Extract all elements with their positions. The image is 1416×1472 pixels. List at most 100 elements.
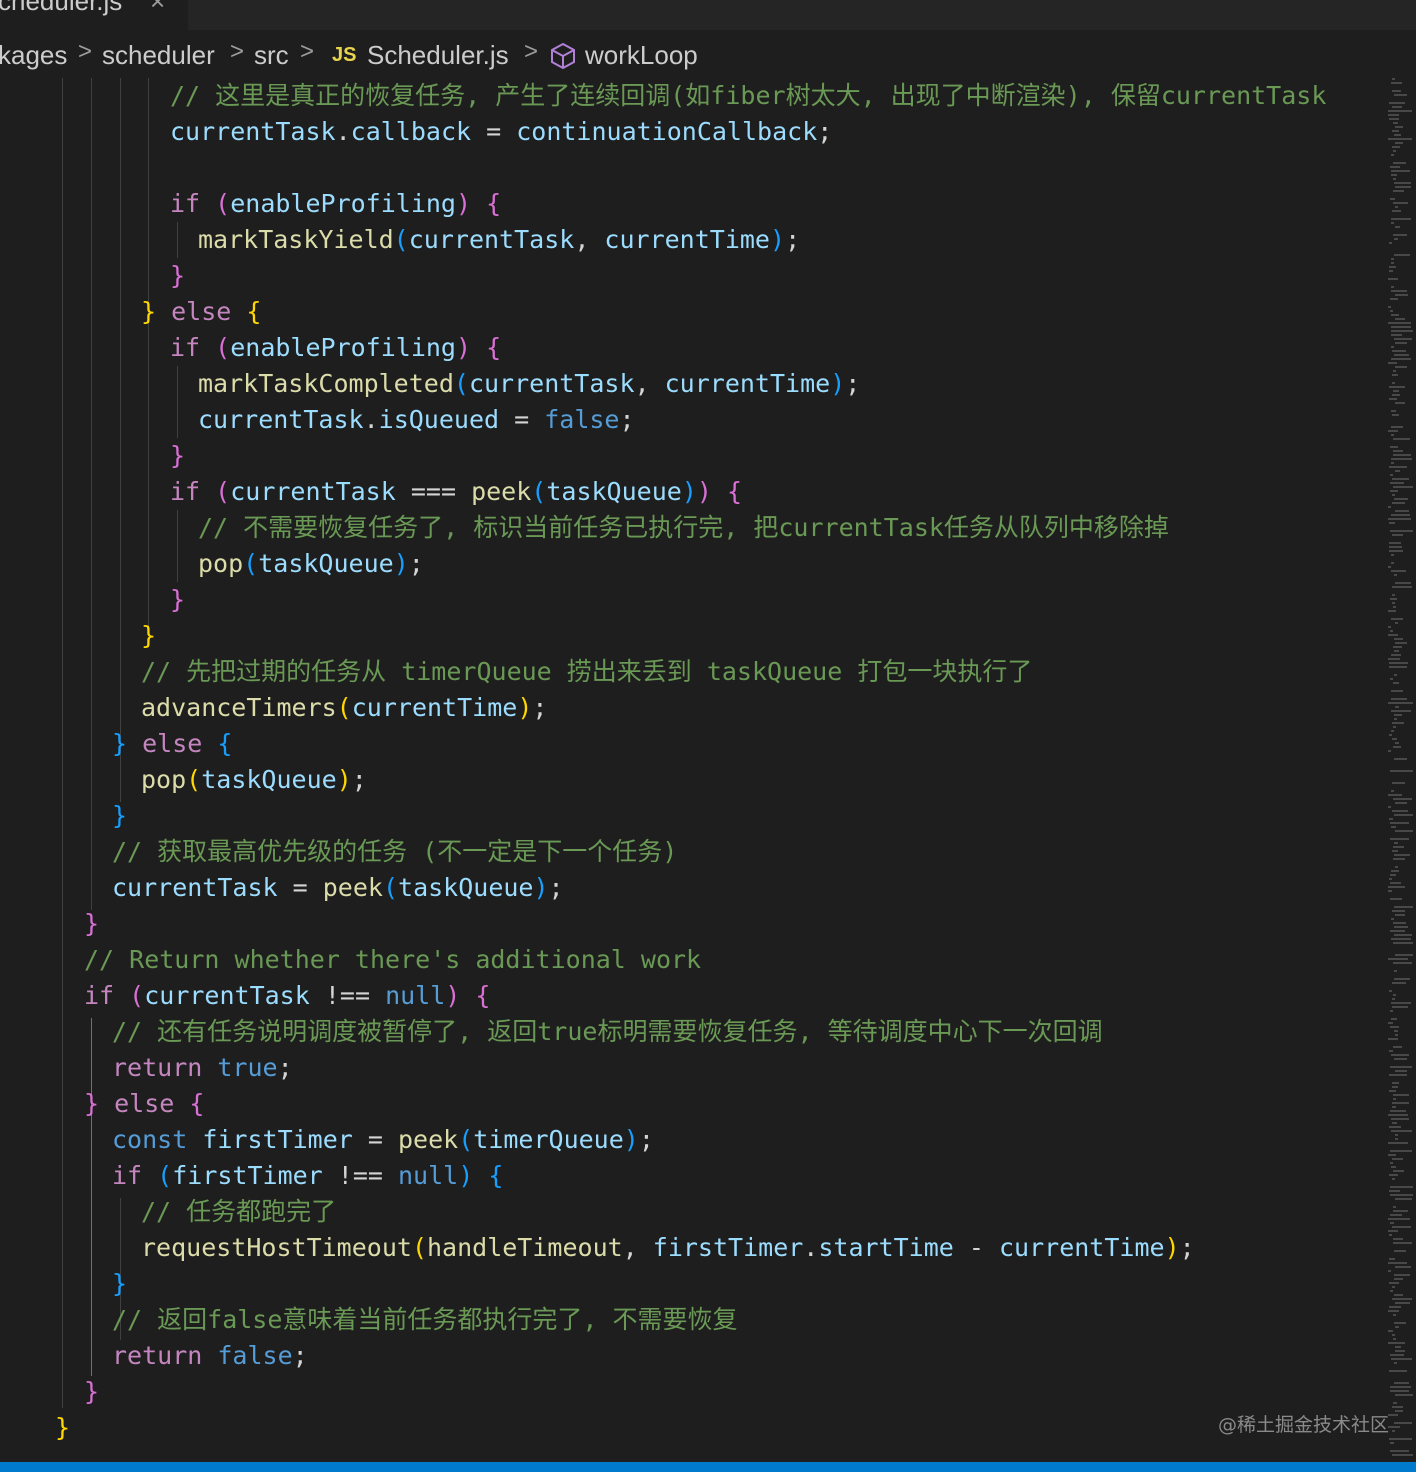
- code-line[interactable]: }: [112, 1266, 127, 1302]
- code-line[interactable]: if (enableProfiling) {: [170, 330, 501, 366]
- minimap-line: [1392, 1178, 1395, 1180]
- code-line[interactable]: // 获取最高优先级的任务 (不一定是下一个任务): [112, 834, 677, 870]
- code-line[interactable]: if (currentTask === peek(taskQueue)) {: [170, 474, 742, 510]
- minimap-line: [1391, 730, 1394, 732]
- minimap-line: [1394, 1422, 1412, 1424]
- code-line[interactable]: const firstTimer = peek(timerQueue);: [112, 1122, 654, 1158]
- code-line[interactable]: } else {: [112, 726, 232, 762]
- code-token: {: [475, 981, 491, 1010]
- code-line[interactable]: // 任务都跑完了: [141, 1194, 336, 1230]
- minimap-line: [1391, 330, 1413, 332]
- minimap-line: [1391, 434, 1394, 436]
- code-line[interactable]: currentTask.callback = continuationCallb…: [170, 114, 832, 150]
- code-token: (: [458, 1125, 474, 1154]
- minimap-line: [1394, 1274, 1410, 1276]
- minimap-line: [1394, 238, 1398, 240]
- code-line[interactable]: }: [170, 582, 185, 618]
- code-token: (: [382, 873, 399, 902]
- minimap-line: [1394, 1030, 1398, 1032]
- minimap-line: [1389, 1174, 1398, 1176]
- minimap-line: [1388, 1218, 1410, 1220]
- code-line[interactable]: }: [170, 438, 185, 474]
- chevron-right-icon: >: [78, 38, 93, 65]
- code-line[interactable]: if (firstTimer !== null) {: [112, 1158, 503, 1194]
- code-line[interactable]: // 这里是真正的恢复任务, 产生了连续回调(如fiber树太大, 出现了中断渲…: [170, 78, 1326, 114]
- breadcrumb-item-file[interactable]: Scheduler.js: [367, 40, 509, 71]
- code-token: ): [456, 333, 472, 362]
- code-token: ;: [785, 225, 801, 254]
- code-line[interactable]: requestHostTimeout(handleTimeout, firstT…: [141, 1230, 1195, 1266]
- code-line[interactable]: }: [84, 1374, 99, 1410]
- breadcrumb-item-src[interactable]: src: [254, 40, 289, 71]
- code-line[interactable]: markTaskCompleted(currentTask, currentTi…: [198, 366, 860, 402]
- code-token: ,: [574, 225, 605, 254]
- code-line[interactable]: if (enableProfiling) {: [170, 186, 501, 222]
- code-line[interactable]: currentTask = peek(taskQueue);: [112, 870, 564, 906]
- minimap-line: [1390, 630, 1393, 632]
- code-token: timerQueue: [473, 1125, 624, 1154]
- code-line[interactable]: pop(taskQueue);: [141, 762, 367, 798]
- code-line[interactable]: } else {: [141, 294, 261, 330]
- minimap-line: [1389, 546, 1402, 548]
- code-line[interactable]: // 返回false意味着当前任务都执行完了, 不需要恢复: [112, 1302, 738, 1338]
- code-token: ): [458, 1161, 474, 1190]
- code-editor[interactable]: // 这里是真正的恢复任务, 产生了连续回调(如fiber树太大, 出现了中断渲…: [0, 78, 1384, 1462]
- minimap-line: [1389, 1258, 1395, 1260]
- code-line[interactable]: currentTask.isQueued = false;: [198, 402, 635, 438]
- code-token: taskQueue: [258, 549, 394, 578]
- code-line[interactable]: // 还有任务说明调度被暂停了, 返回true标明需要恢复任务, 等待调度中心下…: [112, 1014, 1103, 1050]
- minimap-line: [1393, 1206, 1396, 1208]
- code-line[interactable]: } else {: [84, 1086, 204, 1122]
- code-line[interactable]: pop(taskQueue);: [198, 546, 424, 582]
- minimap-line: [1394, 498, 1408, 500]
- minimap-line: [1391, 346, 1394, 348]
- code-token: ;: [619, 405, 635, 434]
- breadcrumb-item-symbol[interactable]: workLoop: [585, 40, 698, 71]
- code-line[interactable]: // 不需要恢复任务了, 标识当前任务已执行完, 把currentTask任务从…: [198, 510, 1169, 546]
- minimap-line: [1392, 1006, 1408, 1008]
- minimap-line: [1393, 190, 1404, 192]
- minimap-line: [1392, 106, 1402, 108]
- code-token: .: [335, 117, 351, 146]
- minimap-line: [1389, 542, 1401, 544]
- minimap-line: [1391, 710, 1411, 712]
- minimap-line: [1390, 1214, 1402, 1216]
- minimap-line: [1395, 622, 1398, 624]
- close-icon[interactable]: ×: [150, 0, 165, 17]
- breadcrumb-item-packages[interactable]: kages: [0, 40, 67, 71]
- minimap-line: [1391, 1002, 1411, 1004]
- code-line[interactable]: // 先把过期的任务从 timerQueue 捞出来丢到 taskQueue 打…: [141, 654, 1032, 690]
- code-token: currentTask: [198, 405, 364, 434]
- breadcrumb-item-scheduler[interactable]: scheduler: [102, 40, 215, 71]
- code-token: }: [112, 801, 128, 830]
- code-line[interactable]: }: [170, 258, 185, 294]
- minimap-line: [1388, 430, 1398, 432]
- tab-label: cheduler.js: [0, 0, 123, 16]
- minimap-line: [1390, 1390, 1409, 1392]
- minimap[interactable]: [1388, 78, 1416, 1462]
- code-line[interactable]: }: [84, 906, 99, 942]
- code-line[interactable]: return false;: [112, 1338, 308, 1374]
- code-line[interactable]: advanceTimers(currentTime);: [141, 690, 547, 726]
- code-line[interactable]: return true;: [112, 1050, 293, 1086]
- code-token: ): [533, 873, 549, 902]
- code-token: true: [217, 1053, 278, 1082]
- code-token: =: [277, 873, 323, 902]
- code-token: currentTask: [230, 477, 396, 506]
- chevron-right-icon: >: [230, 38, 245, 65]
- tab-scheduler-js[interactable]: cheduler.js ×: [0, 0, 188, 30]
- code-line[interactable]: // Return whether there's additional wor…: [84, 942, 701, 978]
- minimap-line: [1393, 1242, 1412, 1244]
- minimap-line: [1392, 1226, 1411, 1228]
- minimap-line: [1388, 634, 1398, 636]
- code-token: (: [186, 765, 202, 794]
- code-line[interactable]: }: [141, 618, 156, 654]
- code-line[interactable]: }: [112, 798, 127, 834]
- minimap-line: [1391, 218, 1411, 220]
- code-line[interactable]: if (currentTask !== null) {: [84, 978, 490, 1014]
- code-line[interactable]: }: [55, 1410, 70, 1446]
- minimap-line: [1390, 1222, 1394, 1224]
- code-line[interactable]: markTaskYield(currentTask, currentTime);: [198, 222, 800, 258]
- minimap-line: [1390, 530, 1413, 532]
- minimap-line: [1391, 1054, 1409, 1056]
